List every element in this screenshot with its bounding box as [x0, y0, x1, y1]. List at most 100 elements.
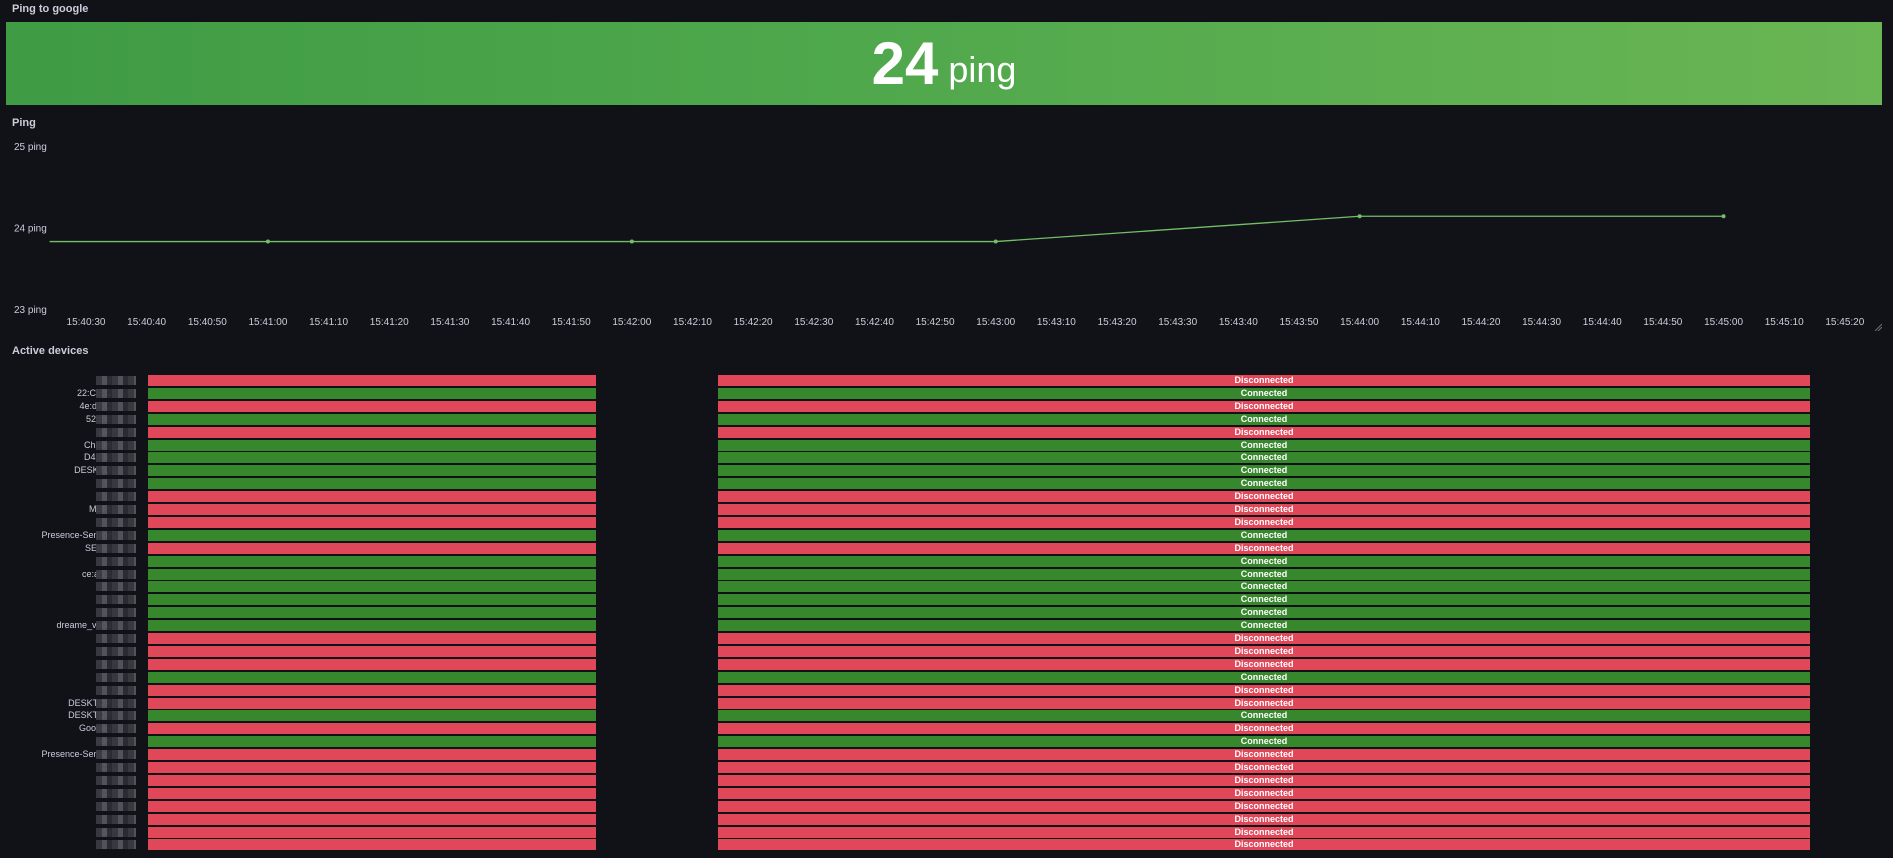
series-line[interactable]	[49, 215, 1724, 243]
device-row[interactable]: ple Disconnected	[0, 427, 1893, 438]
state-bar[interactable]	[148, 736, 596, 747]
state-bar[interactable]	[148, 723, 596, 734]
device-row[interactable]: Disconnected	[0, 839, 1893, 850]
status-cell[interactable]: Disconnected	[718, 375, 1810, 386]
devices-panel-title[interactable]: Active devices	[12, 345, 88, 357]
status-cell[interactable]: Connected	[718, 581, 1810, 592]
status-cell[interactable]: Disconnected	[718, 788, 1810, 799]
state-bar[interactable]	[148, 633, 596, 644]
status-cell[interactable]: Connected	[718, 607, 1810, 618]
status-cell[interactable]: Disconnected	[718, 504, 1810, 515]
status-cell[interactable]: Disconnected	[718, 685, 1810, 696]
state-bar[interactable]	[148, 478, 596, 489]
device-row[interactable]: Disconnected	[0, 685, 1893, 696]
status-cell[interactable]: Disconnected	[718, 659, 1810, 670]
device-row[interactable]: Disconnected	[0, 814, 1893, 825]
device-row[interactable]: Connected	[0, 556, 1893, 567]
state-bar[interactable]	[148, 710, 596, 721]
state-bar[interactable]	[148, 620, 596, 631]
state-bar[interactable]	[148, 569, 596, 580]
status-cell[interactable]: Disconnected	[718, 491, 1810, 502]
status-cell[interactable]: Disconnected	[718, 401, 1810, 412]
state-bar[interactable]	[148, 594, 596, 605]
status-cell[interactable]: Disconnected	[718, 839, 1810, 850]
stat-panel-title[interactable]: Ping to google	[12, 3, 88, 15]
state-bar[interactable]	[148, 788, 596, 799]
state-bar[interactable]	[148, 427, 596, 438]
state-bar[interactable]	[148, 762, 596, 773]
device-row[interactable]: ce:a5:c Connected	[0, 569, 1893, 580]
state-bar[interactable]	[148, 775, 596, 786]
status-cell[interactable]: Disconnected	[718, 517, 1810, 528]
status-cell[interactable]: Disconnected	[718, 633, 1810, 644]
status-cell[interactable]: Connected	[718, 710, 1810, 721]
status-cell[interactable]: Connected	[718, 478, 1810, 489]
resize-handle-icon[interactable]	[1874, 323, 1882, 331]
state-bar[interactable]	[148, 685, 596, 696]
device-row[interactable]: Disconnected	[0, 491, 1893, 502]
status-cell[interactable]: Connected	[718, 620, 1810, 631]
device-row[interactable]: d Connected	[0, 607, 1893, 618]
state-bar[interactable]	[148, 452, 596, 463]
status-cell[interactable]: Connected	[718, 414, 1810, 425]
status-cell[interactable]: Connected	[718, 672, 1810, 683]
device-row[interactable]: Disconnected	[0, 775, 1893, 786]
device-row[interactable]: Presence-Sensor Connected	[0, 530, 1893, 541]
state-bar[interactable]	[148, 491, 596, 502]
state-bar[interactable]	[148, 659, 596, 670]
state-bar[interactable]	[148, 607, 596, 618]
data-point[interactable]	[993, 239, 998, 244]
state-bar[interactable]	[148, 556, 596, 567]
device-row[interactable]: 4e:d7:C Disconnected	[0, 401, 1893, 412]
status-cell[interactable]: Connected	[718, 736, 1810, 747]
status-cell[interactable]: Disconnected	[718, 698, 1810, 709]
state-bar[interactable]	[148, 672, 596, 683]
device-row[interactable]: u Disconnected	[0, 375, 1893, 386]
status-cell[interactable]: Disconnected	[718, 814, 1810, 825]
state-bar[interactable]	[148, 581, 596, 592]
device-row[interactable]: C1 Disconnected	[0, 762, 1893, 773]
device-row[interactable]: de Disconnected	[0, 827, 1893, 838]
state-bar[interactable]	[148, 504, 596, 515]
device-row[interactable]: 52:d4: Connected	[0, 414, 1893, 425]
device-row[interactable]: C1 Disconnected	[0, 788, 1893, 799]
state-bar[interactable]	[148, 646, 596, 657]
device-row[interactable]: 22:CE:C Connected	[0, 388, 1893, 399]
state-bar[interactable]	[148, 839, 596, 850]
state-bar[interactable]	[148, 388, 596, 399]
device-row[interactable]: hon Connected	[0, 736, 1893, 747]
state-bar[interactable]	[148, 414, 596, 425]
status-cell[interactable]: Connected	[718, 594, 1810, 605]
device-row[interactable]: Connected	[0, 672, 1893, 683]
status-cell[interactable]: Connected	[718, 440, 1810, 451]
status-cell[interactable]: Disconnected	[718, 762, 1810, 773]
status-cell[interactable]: Connected	[718, 569, 1810, 580]
device-row[interactable]: DESKTO Connected	[0, 465, 1893, 476]
device-row[interactable]: Connected	[0, 594, 1893, 605]
state-bar[interactable]	[148, 465, 596, 476]
status-cell[interactable]: Disconnected	[718, 646, 1810, 657]
state-bar[interactable]	[148, 517, 596, 528]
state-bar[interactable]	[148, 530, 596, 541]
device-row[interactable]: D4:F9: Connected	[0, 452, 1893, 463]
status-cell[interactable]: Connected	[718, 465, 1810, 476]
data-point[interactable]	[1721, 214, 1726, 219]
status-cell[interactable]: Connected	[718, 556, 1810, 567]
state-bar[interactable]	[148, 543, 596, 554]
status-cell[interactable]: Connected	[718, 452, 1810, 463]
device-row[interactable]: Disconnected	[0, 633, 1893, 644]
state-bar[interactable]	[148, 827, 596, 838]
data-point[interactable]	[629, 239, 634, 244]
status-cell[interactable]: Disconnected	[718, 775, 1810, 786]
device-row[interactable]: DESKTOP Connected	[0, 710, 1893, 721]
ping-panel-title[interactable]: Ping	[12, 117, 36, 129]
device-row[interactable]: DESKTOP Disconnected	[0, 698, 1893, 709]
state-bar[interactable]	[148, 801, 596, 812]
status-cell[interactable]: Disconnected	[718, 427, 1810, 438]
device-row[interactable]: MBPt Disconnected	[0, 504, 1893, 515]
device-row[interactable]: Chrom Connected	[0, 440, 1893, 451]
device-row[interactable]: E Connected	[0, 478, 1893, 489]
device-row[interactable]: Disconnected	[0, 517, 1893, 528]
status-cell[interactable]: Disconnected	[718, 827, 1810, 838]
device-row[interactable]: Google- Disconnected	[0, 723, 1893, 734]
